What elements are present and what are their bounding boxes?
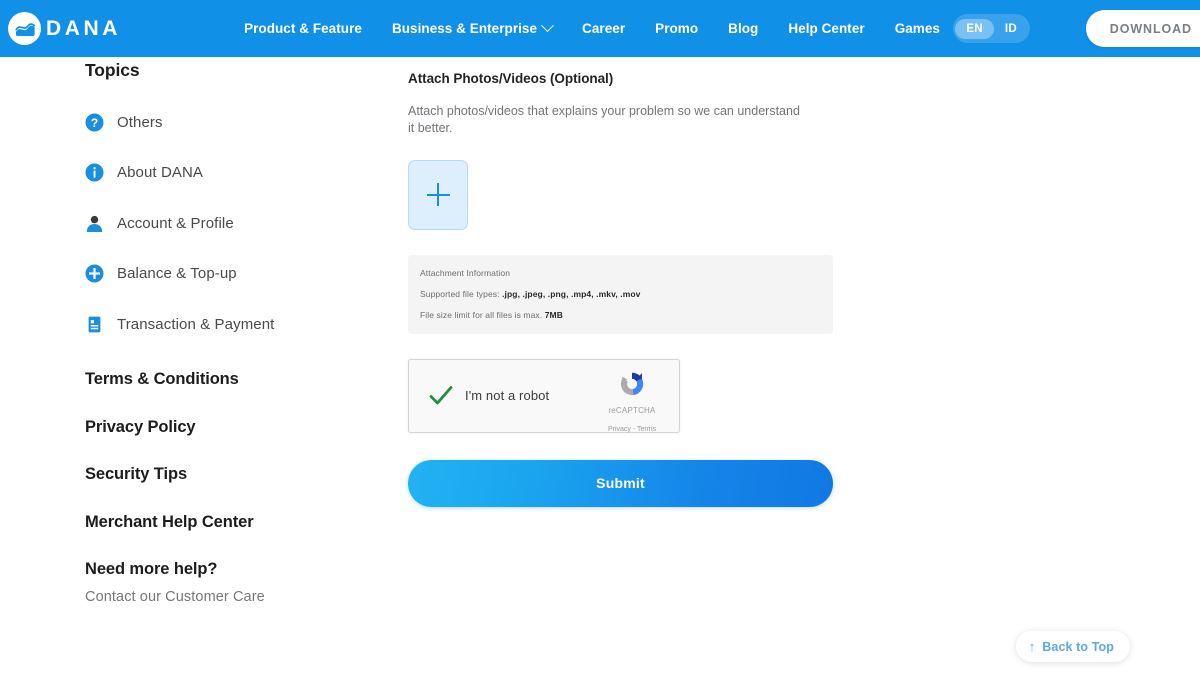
info-circle-icon (85, 163, 104, 182)
attach-section-title: Attach Photos/Videos (Optional) (408, 71, 614, 86)
need-more-help-title: Need more help? (85, 560, 218, 578)
sidebar-item-label: Transaction & Payment (117, 315, 275, 333)
plus-icon (426, 183, 450, 206)
nav-label: Blog (728, 21, 759, 36)
main-content: Attach Photos/Videos (Optional) Attach p… (408, 57, 838, 507)
attachment-info-title: Attachment Information (420, 267, 511, 278)
add-attachment-button[interactable] (408, 159, 468, 230)
main-navigation: Product & Feature Business & Enterprise … (229, 15, 955, 42)
recaptcha-privacy-terms[interactable]: Privacy - Terms (608, 426, 656, 433)
language-toggle[interactable]: EN ID (953, 14, 1030, 43)
nav-item-product-feature[interactable]: Product & Feature (229, 15, 377, 42)
sidebar-link-merchant-help-center[interactable]: Merchant Help Center (85, 513, 385, 532)
sidebar-item-account-profile[interactable]: Account & Profile (85, 206, 385, 240)
need-more-help-section: Need more help? Contact our Customer Car… (85, 560, 385, 605)
question-circle-icon: ? (85, 113, 104, 132)
supported-file-types-value: .jpg, .jpeg, .png, .mp4, .mkv, .mov (502, 288, 641, 299)
recaptcha-brand-name: reCAPTCHA (608, 405, 656, 415)
sidebar-item-label: Balance & Top-up (117, 265, 237, 282)
sidebar: Topics ? Others About DANA Account & Pro… (85, 57, 385, 605)
download-button[interactable]: DOWNLOAD (1085, 10, 1200, 47)
attach-section-description: Attach photos/videos that explains your … (408, 104, 800, 136)
sidebar-link-terms-conditions[interactable]: Terms & Conditions (85, 370, 385, 389)
submit-button[interactable]: Submit (408, 459, 833, 507)
sidebar-item-label: Account & Profile (117, 214, 234, 232)
file-size-limit-label: File size limit for all files is max. (420, 309, 543, 320)
sidebar-link-security-tips[interactable]: Security Tips (85, 465, 385, 484)
dana-logo[interactable]: DANA (8, 12, 121, 45)
dana-wave-logo-icon (8, 12, 41, 45)
document-icon (85, 315, 104, 334)
nav-label: Career (582, 21, 626, 36)
nav-item-business-enterprise[interactable]: Business & Enterprise (377, 15, 567, 42)
nav-label: Product & Feature (244, 21, 362, 36)
sidebar-item-label: About DANA (117, 164, 204, 181)
lang-option-id[interactable]: ID (994, 19, 1028, 39)
svg-text:?: ? (91, 116, 98, 130)
back-to-top-label: Back to Top (1042, 639, 1114, 654)
sidebar-item-label: Others (117, 113, 163, 131)
site-header: DANA Product & Feature Business & Enterp… (0, 0, 1200, 57)
supported-file-types-label: Supported file types: (420, 288, 500, 299)
nav-item-career[interactable]: Career (567, 15, 640, 42)
supported-file-types-line: Supported file types: .jpg, .jpeg, .png,… (420, 289, 821, 299)
contact-customer-care-text[interactable]: Contact our Customer Care (85, 589, 385, 605)
recaptcha-branding: reCAPTCHA Privacy - Terms (595, 368, 669, 436)
nav-label: Help Center (788, 21, 865, 36)
nav-item-help-center[interactable]: Help Center (773, 15, 879, 42)
logo-text: DANA (46, 16, 122, 40)
sidebar-link-privacy-policy[interactable]: Privacy Policy (85, 418, 385, 437)
arrow-up-icon: ↑ (1028, 639, 1036, 654)
person-icon (85, 214, 104, 233)
sidebar-item-transaction-payment[interactable]: Transaction & Payment (85, 307, 385, 341)
nav-label: Games (894, 21, 940, 36)
recaptcha-label: I'm not a robot (465, 388, 550, 403)
sidebar-links: Terms & Conditions Privacy Policy Securi… (85, 370, 385, 532)
file-size-limit-line: File size limit for all files is max. 7M… (420, 310, 821, 320)
sidebar-item-balance-topup[interactable]: Balance & Top-up (85, 257, 385, 291)
nav-item-games[interactable]: Games (880, 15, 955, 42)
recaptcha-logo-icon (595, 368, 669, 400)
plus-circle-icon (85, 264, 104, 283)
page-body: Topics ? Others About DANA Account & Pro… (0, 57, 1200, 675)
lang-option-en[interactable]: EN (955, 18, 994, 39)
topic-list: ? Others About DANA Account & Profile Ba… (85, 105, 385, 341)
nav-label: Promo (655, 21, 699, 36)
sidebar-item-others[interactable]: ? Others (85, 105, 385, 139)
chevron-down-icon (541, 19, 554, 33)
recaptcha-checkbox-checked-icon[interactable] (427, 382, 455, 410)
nav-label: Business & Enterprise (391, 21, 538, 36)
sidebar-title: Topics (85, 60, 140, 80)
sidebar-item-about-dana[interactable]: About DANA (85, 156, 385, 190)
back-to-top-button[interactable]: ↑ Back to Top (1015, 631, 1130, 662)
nav-item-promo[interactable]: Promo (640, 15, 713, 42)
nav-item-blog[interactable]: Blog (713, 15, 773, 42)
recaptcha-widget[interactable]: I'm not a robot reCAPTCHA Privacy - Term… (408, 358, 680, 436)
attachment-information-box: Attachment Information Supported file ty… (408, 254, 833, 334)
file-size-limit-value: 7MB (544, 309, 563, 320)
